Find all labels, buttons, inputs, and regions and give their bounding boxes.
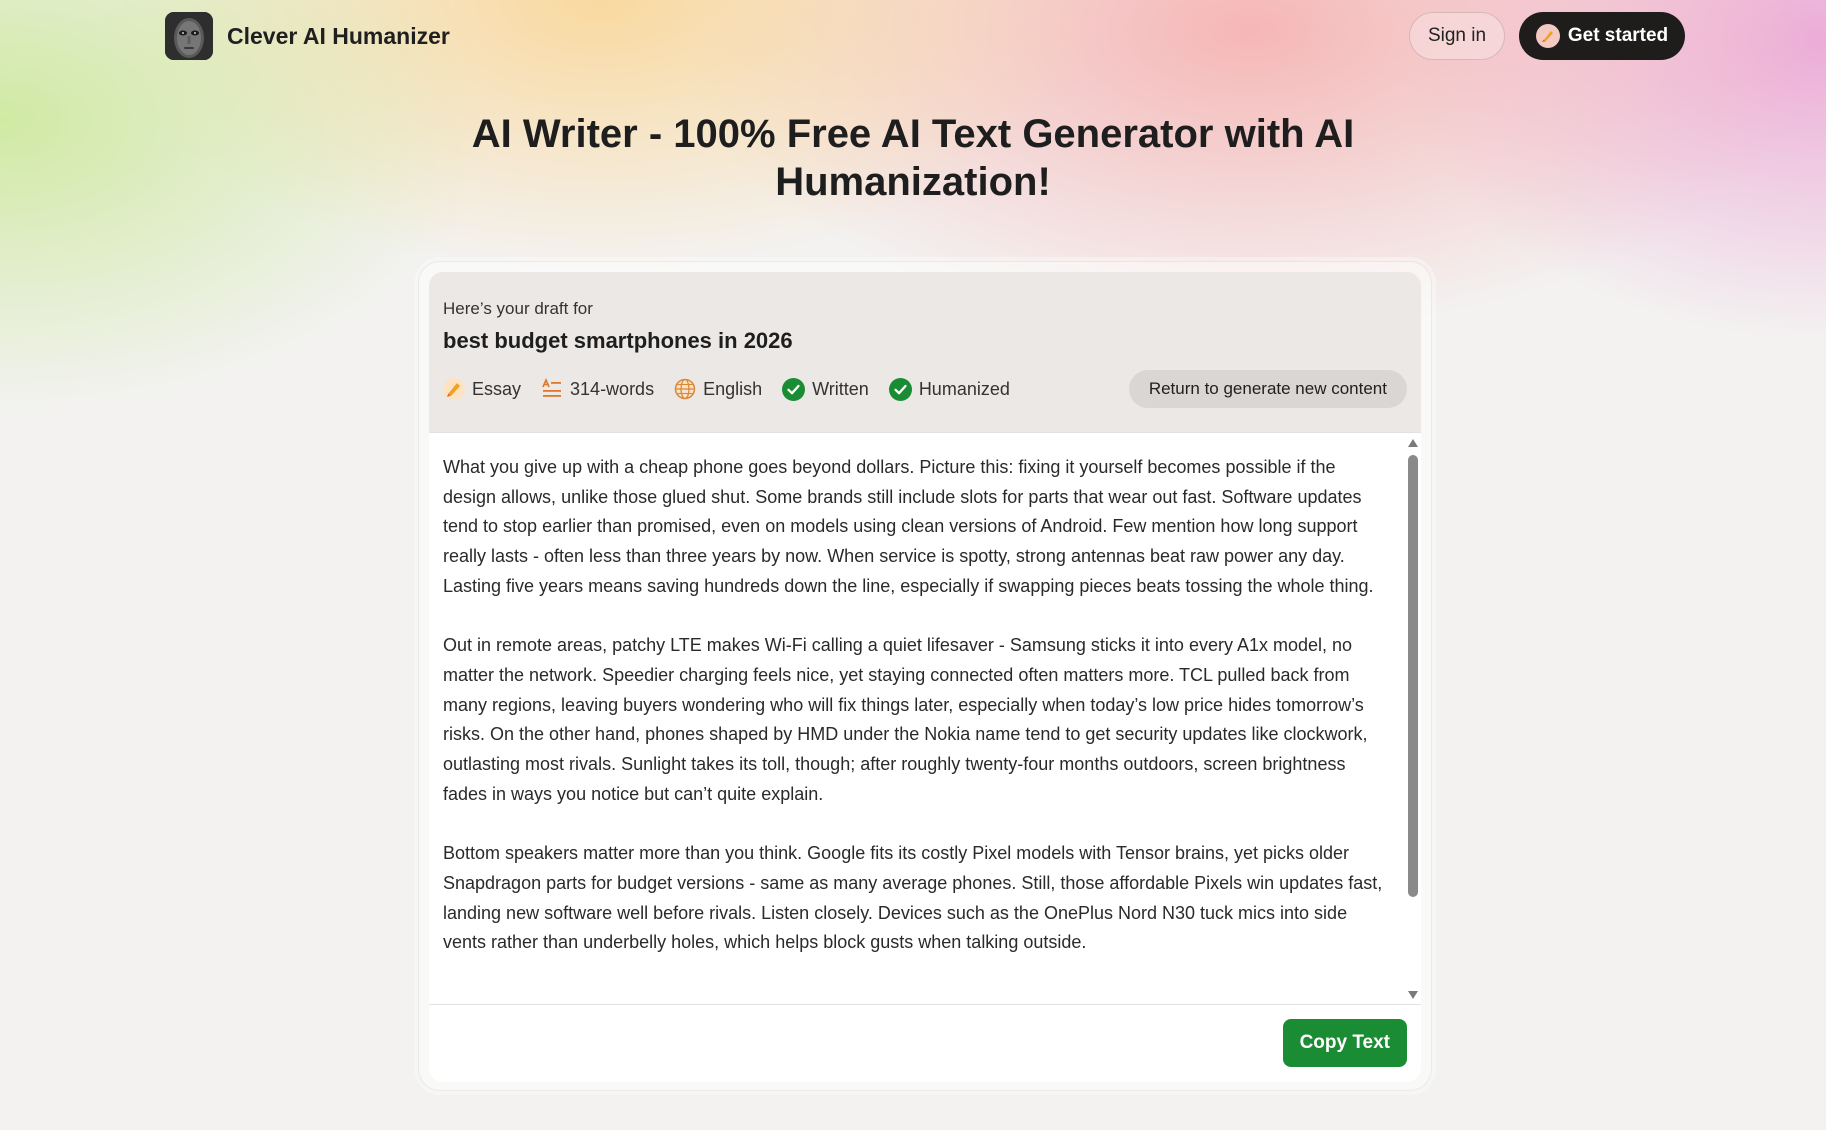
scrollbar[interactable]: [1405, 433, 1421, 1005]
return-to-generate-button[interactable]: Return to generate new content: [1128, 370, 1407, 408]
meta-label: English: [703, 378, 763, 399]
get-started-button[interactable]: Get started: [1519, 12, 1685, 60]
meta-type: Essay: [443, 378, 521, 400]
meta-humanized: Humanized: [888, 377, 1010, 401]
meta-label: 314-words: [570, 378, 655, 399]
site-header: Clever AI Humanizer Sign in Get started: [0, 0, 1826, 72]
meta-written: Written: [782, 377, 869, 401]
draft-card-footer: Copy Text: [429, 1004, 1421, 1082]
copy-text-button[interactable]: Copy Text: [1282, 1019, 1407, 1067]
scroll-up-arrow-icon[interactable]: [1408, 439, 1418, 447]
draft-intro: Here’s your draft for: [443, 299, 593, 318]
meta-label: Essay: [472, 378, 522, 399]
draft-card: Here’s your draft for best budget smartp…: [418, 261, 1432, 1091]
get-started-label: Get started: [1567, 25, 1669, 46]
scrollbar-thumb[interactable]: [1408, 455, 1418, 897]
check-circle-icon: [888, 377, 912, 401]
robot-face-logo-icon: [165, 12, 213, 60]
pencil-emoji-icon: [443, 378, 465, 400]
draft-meta-row: Essay 314-words English Written Humanize…: [443, 375, 1030, 403]
draft-text: What you give up with a cheap phone goes…: [443, 453, 1393, 988]
globe-icon: [674, 378, 696, 400]
draft-card-header: Here’s your draft for best budget smartp…: [429, 272, 1421, 432]
draft-text-panel[interactable]: What you give up with a cheap phone goes…: [429, 432, 1421, 1004]
brand[interactable]: Clever AI Humanizer: [165, 12, 450, 60]
meta-language: English: [674, 378, 762, 400]
check-circle-icon: [782, 377, 806, 401]
meta-label: Humanized: [918, 378, 1010, 399]
meta-label: Written: [812, 378, 869, 399]
brand-name: Clever AI Humanizer: [227, 22, 450, 49]
draft-topic: best budget smartphones in 2026: [443, 328, 793, 353]
scroll-down-arrow-icon[interactable]: [1408, 991, 1418, 999]
page-title: AI Writer - 100% Free AI Text Generator …: [471, 112, 1355, 204]
draft-paragraph: Out in remote areas, patchy LTE makes Wi…: [443, 635, 1368, 804]
draft-paragraph: What you give up with a cheap phone goes…: [443, 457, 1374, 596]
meta-words: 314-words: [541, 378, 654, 400]
text-lines-icon: [542, 378, 562, 397]
draft-paragraph: Bottom speakers matter more than you thi…: [443, 843, 1383, 953]
sign-in-button[interactable]: Sign in: [1409, 12, 1505, 60]
writing-hand-icon: [1535, 24, 1560, 48]
